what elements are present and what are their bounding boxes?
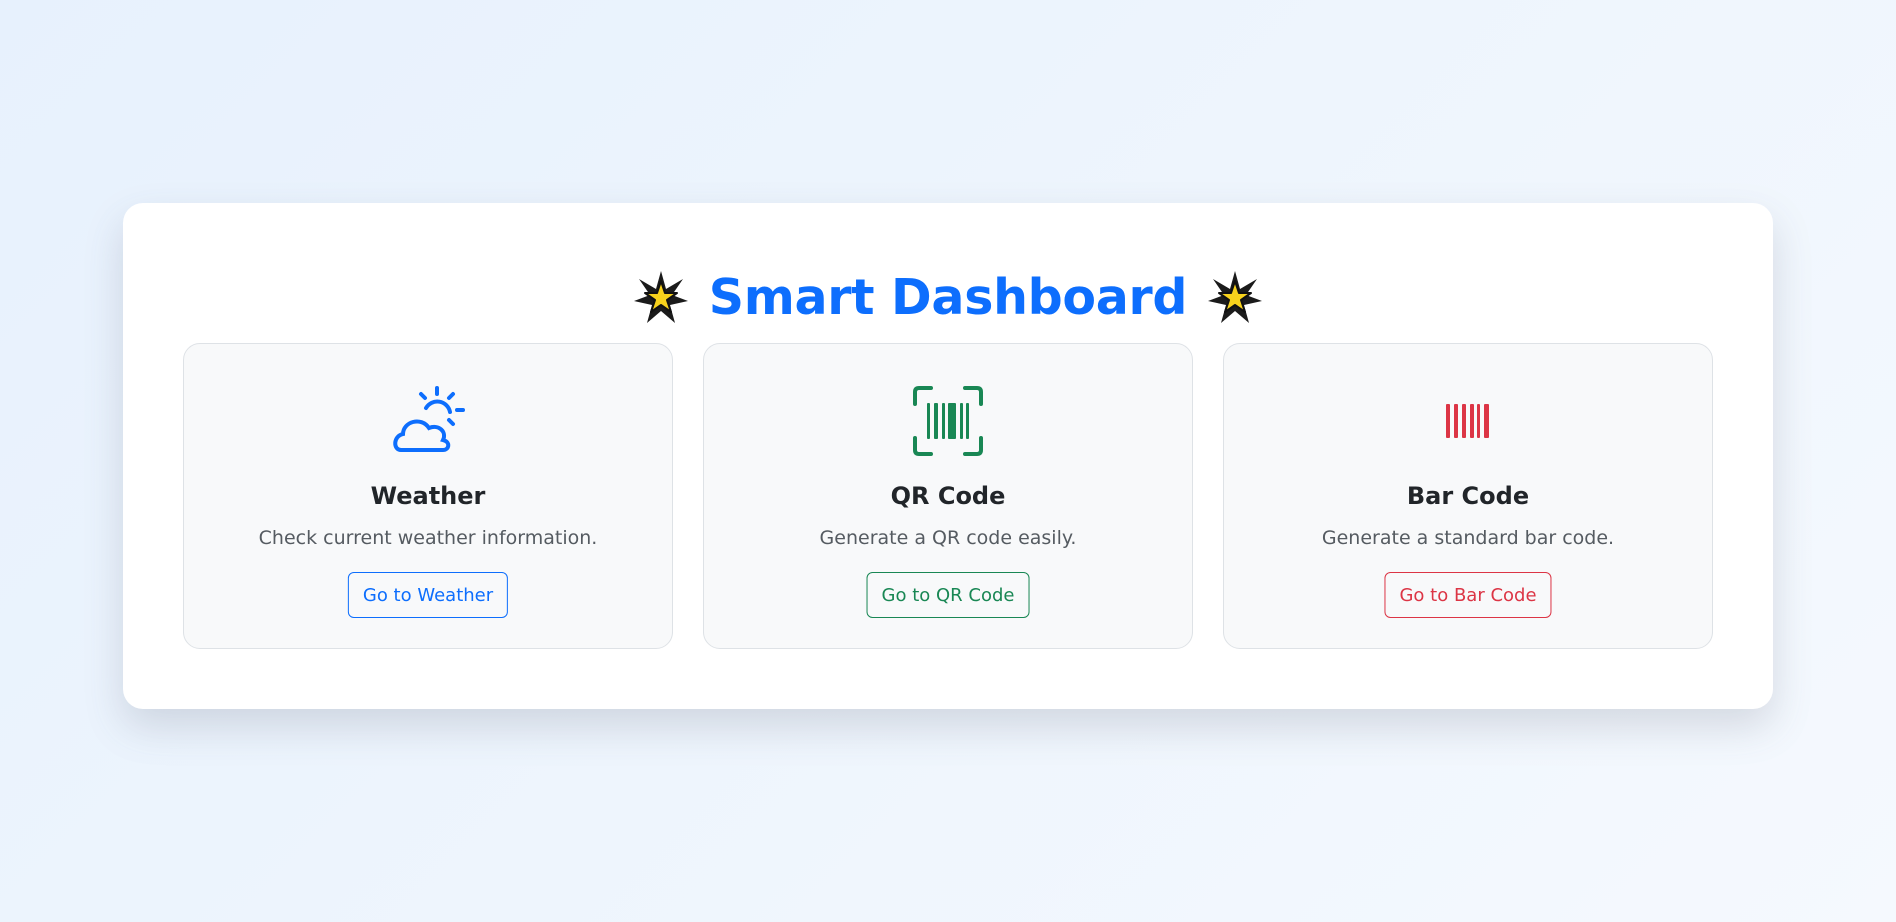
bar-code-card: Bar Code Generate a standard bar code. G… xyxy=(1223,343,1713,649)
barcode-icon xyxy=(1446,404,1489,438)
feature-cards: Weather Check current weather informatio… xyxy=(183,343,1713,649)
page-title: Smart Dashboard xyxy=(708,268,1188,326)
card-title: QR Code xyxy=(890,482,1006,510)
go-to-weather-button[interactable]: Go to Weather xyxy=(347,572,509,618)
card-description: Check current weather information. xyxy=(258,527,598,549)
card-title: Bar Code xyxy=(1406,482,1530,510)
page-header: Smart Dashboard xyxy=(123,261,1773,333)
card-title: Weather xyxy=(370,482,486,510)
star-icon xyxy=(1208,271,1263,323)
weather-card: Weather Check current weather informatio… xyxy=(183,343,673,649)
card-description: Generate a standard bar code. xyxy=(1321,527,1615,549)
card-description: Generate a QR code easily. xyxy=(819,527,1077,549)
go-to-bar-code-button[interactable]: Go to Bar Code xyxy=(1384,572,1552,618)
cloud-sun-icon xyxy=(393,386,465,452)
qr-code-card: QR Code Generate a QR code easily. Go to… xyxy=(703,343,1193,649)
qr-code-scan-icon xyxy=(913,386,983,456)
star-icon xyxy=(633,271,688,323)
go-to-qr-code-button[interactable]: Go to QR Code xyxy=(866,572,1030,618)
dashboard-container: Smart Dashboard Weather Check current we… xyxy=(123,203,1773,709)
